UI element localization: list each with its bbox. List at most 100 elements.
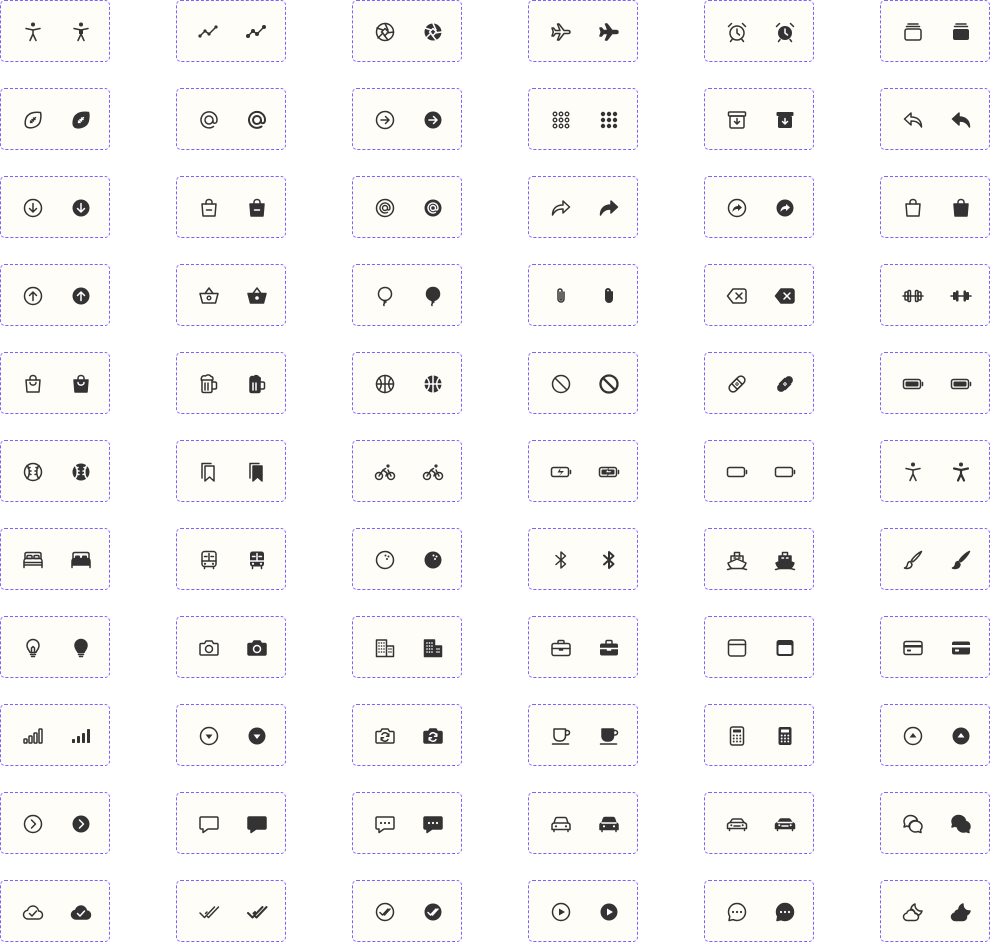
camera-reverse-filled-icon <box>421 724 445 748</box>
battery-full-filled-icon <box>949 372 973 396</box>
car-sport-icon <box>725 812 749 836</box>
basketball-icon <box>373 372 397 396</box>
bicycle-filled-icon <box>421 460 445 484</box>
bag-filled-icon <box>949 196 973 220</box>
caret-down-circle-icon <box>197 724 221 748</box>
boat-cell <box>704 528 814 590</box>
arrow-up-circle-cell <box>0 264 110 326</box>
brush-icon <box>901 548 925 572</box>
arrow-undo-icon <box>901 108 925 132</box>
cloudy-night-cell <box>880 880 990 942</box>
cloudy-night-filled-icon <box>949 900 973 924</box>
play-circle-icon <box>549 900 573 924</box>
archive-cell <box>704 88 814 150</box>
bus-cell <box>176 528 286 590</box>
accessibility-cell <box>0 0 110 62</box>
bicycle-cell <box>352 440 462 502</box>
battery-dead-filled-icon <box>773 460 797 484</box>
arrow-redo-filled-icon <box>597 196 621 220</box>
archive-filled-icon <box>773 108 797 132</box>
apps-filled-icon <box>597 108 621 132</box>
car-filled-icon <box>597 812 621 836</box>
bag-remove-cell <box>176 176 286 238</box>
aperture-cell <box>352 0 462 62</box>
alarm-cell <box>704 0 814 62</box>
chatbubble-ellipses-filled-icon <box>773 900 797 924</box>
apps-cell <box>528 88 638 150</box>
albums-filled-icon <box>949 20 973 44</box>
calculator-cell <box>704 704 814 766</box>
arrow-up-circle-icon <box>21 284 45 308</box>
play-circle-cell <box>528 880 638 942</box>
chatbox-ellipses-icon <box>373 812 397 836</box>
camera-cell <box>176 616 286 678</box>
chatbox-ellipses-filled-icon <box>421 812 445 836</box>
bookmarks-icon <box>197 460 221 484</box>
arrow-forward-circle-icon <box>373 108 397 132</box>
bag-cell <box>880 176 990 238</box>
airplane-cell <box>528 0 638 62</box>
cafe-filled-icon <box>597 724 621 748</box>
play-circle-filled-icon <box>597 900 621 924</box>
car-cell <box>528 792 638 854</box>
bandage-cell <box>704 352 814 414</box>
albums-icon <box>901 20 925 44</box>
chevron-forward-circle-cell <box>0 792 110 854</box>
caret-up-circle-cell <box>880 704 990 766</box>
balloon-icon <box>373 284 397 308</box>
boat-icon <box>725 548 749 572</box>
arrow-down-circle-icon <box>21 196 45 220</box>
camera-filled-icon <box>245 636 269 660</box>
caret-down-circle-filled-icon <box>245 724 269 748</box>
business-icon <box>373 636 397 660</box>
bag-icon <box>901 196 925 220</box>
bus-icon <box>197 548 221 572</box>
briefcase-filled-icon <box>597 636 621 660</box>
arrow-forward-circle-cell <box>352 88 462 150</box>
balloon-cell <box>352 264 462 326</box>
chatbox-icon <box>197 812 221 836</box>
briefcase-cell <box>528 616 638 678</box>
cloudy-night-icon <box>901 900 925 924</box>
basketball-cell <box>352 352 462 414</box>
alarm-icon <box>725 20 749 44</box>
attach-filled-icon <box>597 284 621 308</box>
activity-icon <box>197 20 221 44</box>
battery-charging-icon <box>549 460 573 484</box>
chatbubbles-cell <box>880 792 990 854</box>
bulb-cell <box>0 616 110 678</box>
archive-icon <box>725 108 749 132</box>
bookmarks-cell <box>176 440 286 502</box>
chatbubbles-filled-icon <box>949 812 973 836</box>
arrow-forward-circle-filled-icon <box>421 108 445 132</box>
chatbubbles-icon <box>901 812 925 836</box>
cloud-done-icon <box>21 900 45 924</box>
battery-full-icon <box>901 372 925 396</box>
aperture-filled-icon <box>421 20 445 44</box>
bowling-ball-cell <box>352 528 462 590</box>
aperture-icon <box>373 20 397 44</box>
bag-remove-filled-icon <box>245 196 269 220</box>
bandage-filled-icon <box>773 372 797 396</box>
baseball-cell <box>0 440 110 502</box>
backspace-cell <box>704 264 814 326</box>
brush-filled-icon <box>949 548 973 572</box>
body-icon <box>901 460 925 484</box>
icon-grid <box>0 0 992 944</box>
ban-cell <box>528 352 638 414</box>
body-filled-icon <box>949 460 973 484</box>
bed-cell <box>0 528 110 590</box>
cloud-done-filled-icon <box>69 900 93 924</box>
cloud-done-cell <box>0 880 110 942</box>
bed-filled-icon <box>69 548 93 572</box>
backspace-filled-icon <box>773 284 797 308</box>
cellular-cell <box>0 704 110 766</box>
ban-filled-icon <box>597 372 621 396</box>
attach-icon <box>549 284 573 308</box>
backspace-icon <box>725 284 749 308</box>
accessibility-filled-icon <box>69 20 93 44</box>
beer-cell <box>176 352 286 414</box>
airplane-filled-icon <box>597 20 621 44</box>
briefcase-icon <box>549 636 573 660</box>
arrow-up-circle-filled-icon <box>69 284 93 308</box>
